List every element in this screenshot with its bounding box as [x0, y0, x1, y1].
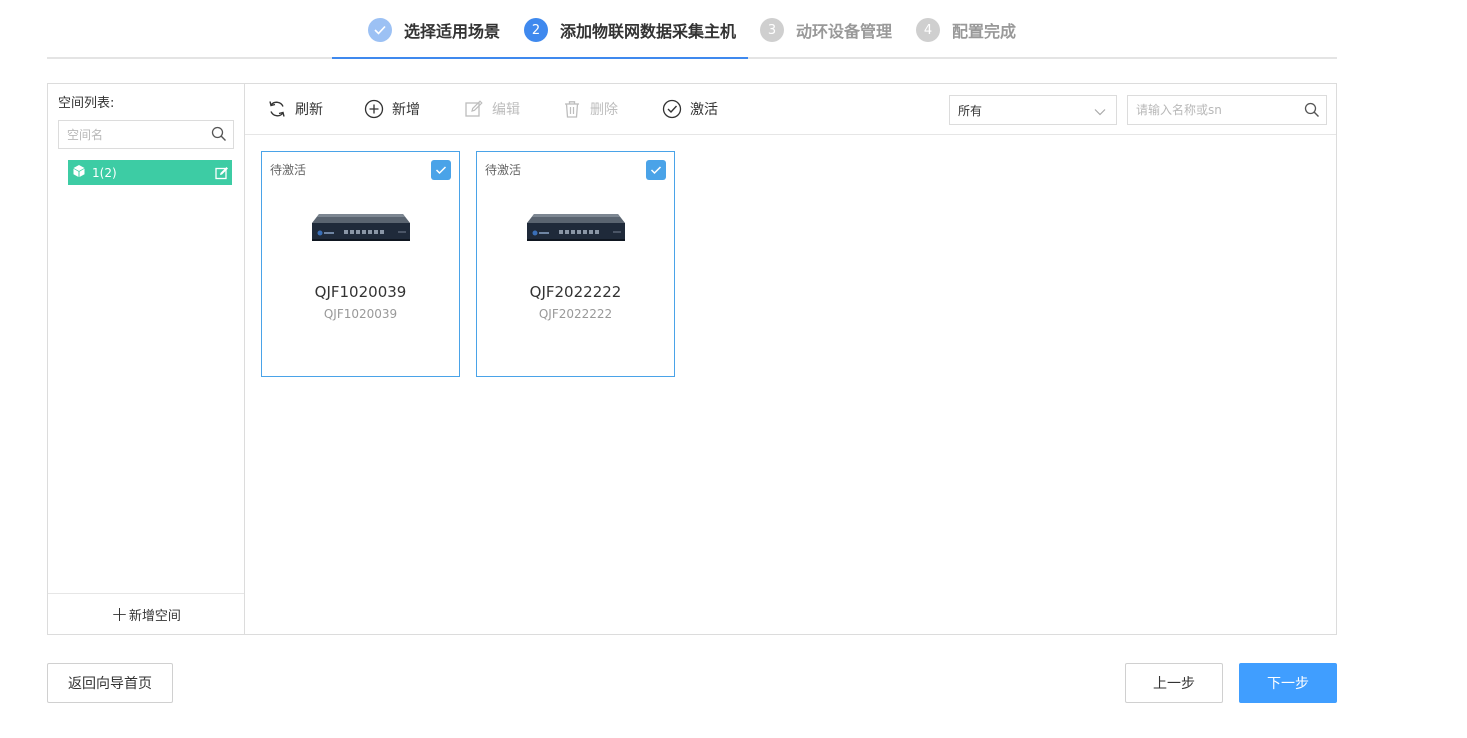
space-search-input[interactable]	[59, 121, 199, 148]
previous-step-button[interactable]: 上一步	[1125, 663, 1223, 703]
step-select-scene: 选择适用场景	[368, 17, 500, 43]
step-add-iot-host: 2 添加物联网数据采集主机	[524, 17, 736, 43]
main-panel: 空间列表: 1(2) + 新增空间	[47, 83, 1337, 635]
card-checkbox[interactable]	[646, 160, 666, 180]
step-complete-check-icon	[368, 18, 392, 42]
add-space-button[interactable]: + 新增空间	[48, 593, 244, 634]
step-number: 4	[916, 18, 940, 42]
refresh-label: 刷新	[295, 102, 323, 118]
space-item[interactable]: 1(2)	[68, 160, 232, 185]
device-search-input[interactable]	[1128, 96, 1298, 124]
card-checkbox[interactable]	[431, 160, 451, 180]
device-status: 待激活	[485, 163, 522, 177]
search-icon[interactable]	[211, 126, 227, 146]
step-device-management: 3 动环设备管理	[760, 17, 892, 43]
checkmark-icon	[435, 166, 447, 175]
device-name: QJF2022222	[529, 283, 622, 301]
search-icon[interactable]	[1304, 102, 1320, 122]
device-toolbar: 刷新 新增 编辑 删除 激活 所有 请输入名称或sn	[245, 84, 1336, 135]
device-card[interactable]: 待激活 QJF2022222 QJF2022222	[476, 151, 675, 377]
space-search-box	[58, 120, 234, 149]
gateway-device-image	[312, 214, 410, 241]
device-card[interactable]: 待激活 QJF1020039 QJF1020039	[261, 151, 460, 377]
edit-button[interactable]: 编辑	[464, 97, 520, 121]
device-name: QJF1020039	[314, 283, 407, 301]
step-label: 添加物联网数据采集主机	[560, 22, 737, 41]
back-to-wizard-home-button[interactable]: 返回向导首页	[47, 663, 173, 703]
status-filter-value: 所有	[958, 103, 983, 118]
wizard-stepper: 选择适用场景 2 添加物联网数据采集主机 3 动环设备管理 4 配置完成	[47, 0, 1337, 59]
checkmark-icon	[650, 166, 662, 175]
edit-icon	[465, 100, 483, 117]
status-filter-select[interactable]: 所有	[949, 95, 1117, 125]
device-sn: QJF2022222	[538, 307, 613, 321]
plus-icon: +	[111, 602, 128, 626]
device-search-box	[1127, 95, 1327, 125]
add-label: 新增	[392, 102, 420, 118]
cube-icon	[72, 163, 86, 182]
add-space-label: 新增空间	[128, 608, 181, 624]
plus-circle-icon	[364, 99, 384, 119]
device-status: 待激活	[270, 163, 307, 177]
refresh-icon	[269, 101, 285, 117]
step-number: 2	[524, 18, 548, 42]
device-sn: QJF1020039	[323, 307, 398, 321]
edit-icon[interactable]	[215, 165, 229, 184]
chevron-down-icon	[1094, 105, 1106, 119]
edit-label: 编辑	[492, 102, 520, 118]
active-step-underline	[332, 57, 748, 59]
activate-label: 激活	[690, 102, 718, 118]
space-sidebar: 空间列表: 1(2) + 新增空间	[48, 84, 245, 634]
trash-icon	[565, 101, 579, 118]
step-label: 选择适用场景	[404, 22, 501, 41]
step-label: 动环设备管理	[796, 22, 893, 41]
step-label: 配置完成	[952, 22, 1017, 41]
step-config-complete: 4 配置完成	[916, 17, 1016, 43]
next-step-button[interactable]: 下一步	[1239, 663, 1337, 703]
delete-label: 删除	[590, 102, 618, 118]
step-number: 3	[760, 18, 784, 42]
space-list-title: 空间列表:	[58, 96, 115, 111]
device-content: 刷新 新增 编辑 删除 激活 所有 请输入名称或sn 待激活 QJF102003…	[245, 84, 1336, 634]
check-circle-icon	[662, 99, 682, 119]
refresh-button[interactable]: 刷新	[267, 97, 323, 121]
add-button[interactable]: 新增	[364, 97, 420, 121]
delete-button[interactable]: 删除	[562, 97, 618, 121]
activate-button[interactable]: 激活	[662, 97, 718, 121]
gateway-device-image	[527, 214, 625, 241]
space-item-label: 1(2)	[92, 165, 117, 180]
